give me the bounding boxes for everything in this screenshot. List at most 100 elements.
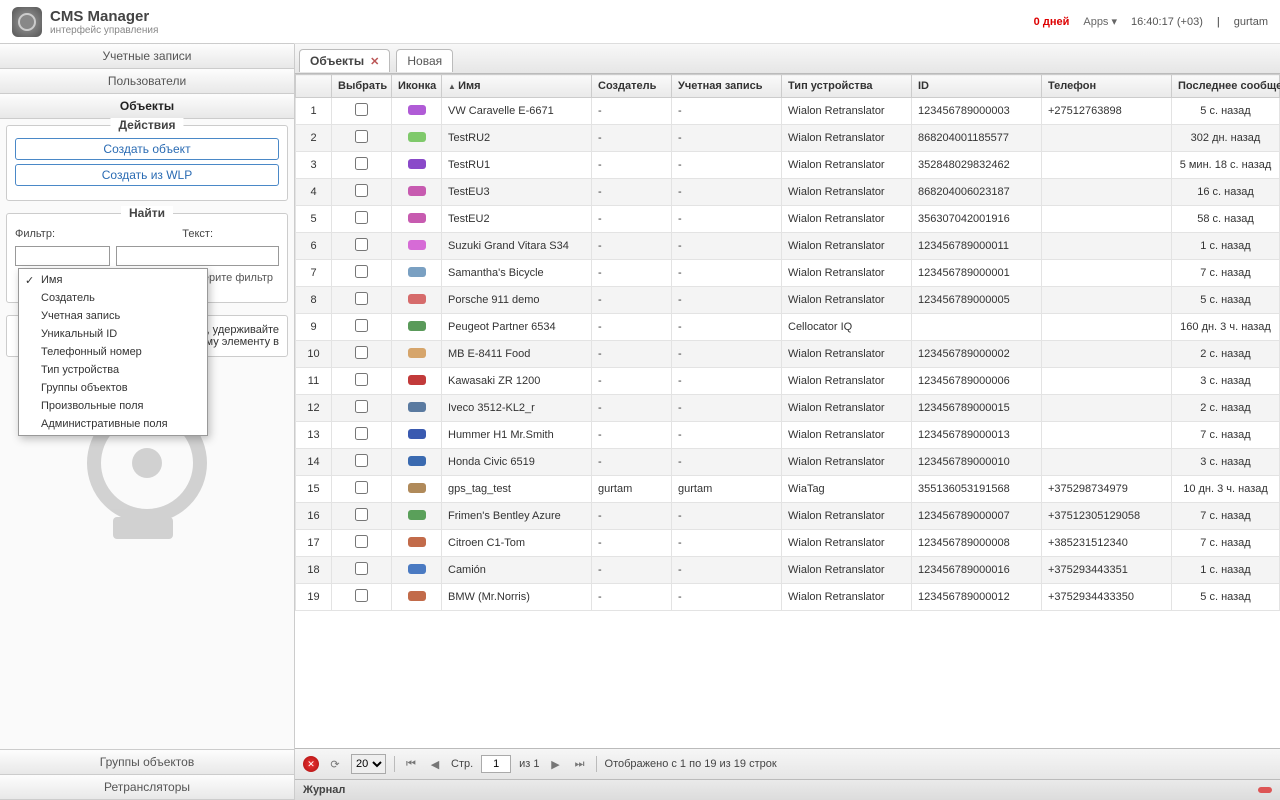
search-text-input[interactable] [116, 246, 279, 266]
col-header[interactable]: Выбрать [332, 75, 392, 98]
row-checkbox[interactable] [355, 211, 368, 224]
row-checkbox[interactable] [355, 562, 368, 575]
filter-option[interactable]: Учетная запись [19, 307, 207, 325]
log-panel-header[interactable]: Журнал [295, 779, 1280, 800]
row-checkbox[interactable] [355, 157, 368, 170]
nav-item-2[interactable]: Объекты [0, 93, 294, 119]
row-checkbox[interactable] [355, 589, 368, 602]
table-row[interactable]: 14Honda Civic 6519--Wialon Retranslator1… [296, 449, 1280, 476]
nav-bottom-1[interactable]: Ретрансляторы [0, 774, 294, 800]
row-checkbox[interactable] [355, 400, 368, 413]
table-row[interactable]: 7Samantha's Bicycle--Wialon Retranslator… [296, 260, 1280, 287]
row-checkbox[interactable] [355, 481, 368, 494]
filter-option[interactable]: Уникальный ID [19, 325, 207, 343]
object-icon [408, 240, 426, 250]
tab-objects[interactable]: Объекты ✕ [299, 49, 390, 72]
row-checkbox[interactable] [355, 373, 368, 386]
object-icon [408, 105, 426, 115]
table-row[interactable]: 3TestRU1--Wialon Retranslator35284802983… [296, 152, 1280, 179]
nav-item-0[interactable]: Учетные записи [0, 43, 294, 69]
table-row[interactable]: 13Hummer H1 Mr.Smith--Wialon Retranslato… [296, 422, 1280, 449]
next-page-icon[interactable]: ▶ [548, 756, 564, 772]
table-row[interactable]: 18Camión--Wialon Retranslator12345678900… [296, 557, 1280, 584]
trial-days: 0 дней [1034, 16, 1070, 28]
row-checkbox[interactable] [355, 427, 368, 440]
row-checkbox[interactable] [355, 292, 368, 305]
row-checkbox[interactable] [355, 454, 368, 467]
current-user[interactable]: gurtam [1234, 16, 1268, 28]
close-icon[interactable]: ✕ [370, 55, 379, 68]
filter-dropdown[interactable] [15, 246, 110, 266]
table-row[interactable]: 10MB E-8411 Food--Wialon Retranslator123… [296, 341, 1280, 368]
filter-option[interactable]: Телефонный номер [19, 343, 207, 361]
table-row[interactable]: 6Suzuki Grand Vitara S34--Wialon Retrans… [296, 233, 1280, 260]
table-row[interactable]: 8Porsche 911 demo--Wialon Retranslator12… [296, 287, 1280, 314]
object-icon [408, 159, 426, 169]
object-icon [408, 591, 426, 601]
row-checkbox[interactable] [355, 103, 368, 116]
nav-bottom-0[interactable]: Группы объектов [0, 749, 294, 775]
text-label: Текст: [182, 228, 213, 240]
table-row[interactable]: 15gps_tag_testgurtamgurtamWiaTag35513605… [296, 476, 1280, 503]
last-page-icon[interactable]: ⏭ [572, 756, 588, 772]
create-object-button[interactable]: Создать объект [15, 138, 279, 160]
col-header[interactable]: Учетная запись [672, 75, 782, 98]
row-checkbox[interactable] [355, 265, 368, 278]
object-icon [408, 294, 426, 304]
table-row[interactable]: 12Iveco 3512-KL2_r--Wialon Retranslator1… [296, 395, 1280, 422]
filter-option[interactable]: Административные поля [19, 415, 207, 433]
tab-new[interactable]: Новая [396, 49, 453, 72]
row-checkbox[interactable] [355, 535, 368, 548]
create-from-wlp-button[interactable]: Создать из WLP [15, 164, 279, 186]
col-header[interactable]: Тип устройства [782, 75, 912, 98]
object-icon [408, 564, 426, 574]
col-header[interactable]: Телефон [1042, 75, 1172, 98]
row-checkbox[interactable] [355, 346, 368, 359]
filter-dropdown-menu[interactable]: ИмяСоздательУчетная записьУникальный IDТ… [18, 268, 208, 436]
table-row[interactable]: 4TestEU3--Wialon Retranslator86820400602… [296, 179, 1280, 206]
table-row[interactable]: 19BMW (Mr.Norris)--Wialon Retranslator12… [296, 584, 1280, 611]
refresh-icon[interactable]: ⟳ [327, 756, 343, 772]
col-header[interactable] [296, 75, 332, 98]
col-header[interactable]: Имя [442, 75, 592, 98]
page-size-select[interactable]: 20 [351, 754, 386, 774]
filter-option[interactable]: Группы объектов [19, 379, 207, 397]
row-checkbox[interactable] [355, 184, 368, 197]
first-page-icon[interactable]: ⏮ [403, 756, 419, 772]
filter-option[interactable]: Имя [19, 271, 207, 289]
app-logo-icon [12, 7, 42, 37]
col-header[interactable]: Создатель [592, 75, 672, 98]
prev-page-icon[interactable]: ◀ [427, 756, 443, 772]
table-row[interactable]: 17Citroen C1-Tom--Wialon Retranslator123… [296, 530, 1280, 557]
row-checkbox[interactable] [355, 238, 368, 251]
filter-option[interactable]: Тип устройства [19, 361, 207, 379]
apps-menu[interactable]: Apps ▾ [1083, 15, 1117, 28]
cancel-icon[interactable]: ✕ [303, 756, 319, 772]
object-icon [408, 375, 426, 385]
row-checkbox[interactable] [355, 508, 368, 521]
filter-option[interactable]: Создатель [19, 289, 207, 307]
row-checkbox[interactable] [355, 319, 368, 332]
row-checkbox[interactable] [355, 130, 368, 143]
minimize-icon[interactable] [1258, 787, 1272, 793]
col-header[interactable]: Последнее сообщение [1172, 75, 1280, 98]
table-row[interactable]: 9Peugeot Partner 6534--Cellocator IQ160 … [296, 314, 1280, 341]
object-icon [408, 483, 426, 493]
nav-item-1[interactable]: Пользователи [0, 68, 294, 94]
table-row[interactable]: 16Frimen's Bentley Azure--Wialon Retrans… [296, 503, 1280, 530]
table-row[interactable]: 11Kawasaki ZR 1200--Wialon Retranslator1… [296, 368, 1280, 395]
object-icon [408, 321, 426, 331]
table-row[interactable]: 1VW Caravelle E-6671--Wialon Retranslato… [296, 98, 1280, 125]
col-header[interactable]: Иконка [392, 75, 442, 98]
actions-panel: Действия Создать объект Создать из WLP [6, 125, 288, 201]
page-input[interactable] [481, 755, 511, 773]
object-icon [408, 537, 426, 547]
table-row[interactable]: 2TestRU2--Wialon Retranslator86820400118… [296, 125, 1280, 152]
filter-option[interactable]: Произвольные поля [19, 397, 207, 415]
col-header[interactable]: ID [912, 75, 1042, 98]
app-title: CMS Manager [50, 8, 158, 25]
table-row[interactable]: 5TestEU2--Wialon Retranslator35630704200… [296, 206, 1280, 233]
filter-label: Фильтр: [15, 228, 55, 240]
search-title: Найти [121, 206, 173, 220]
object-icon [408, 348, 426, 358]
